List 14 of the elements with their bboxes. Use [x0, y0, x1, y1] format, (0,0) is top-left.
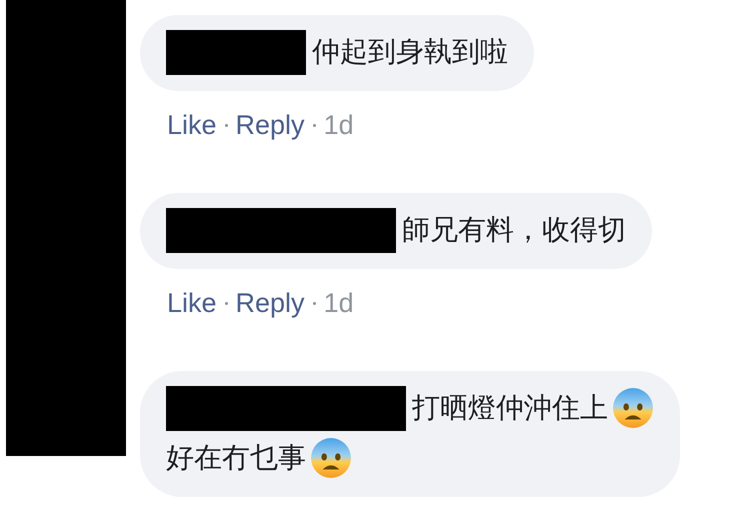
- separator-dot: [224, 302, 228, 304]
- comment-action-link[interactable]: Like: [167, 288, 217, 318]
- comment-action-link[interactable]: Reply: [236, 110, 305, 140]
- comment-text: 師兄有料，收得切: [402, 213, 626, 247]
- comment-text: 好在冇乜事: [166, 441, 306, 475]
- comment-text: 仲起到身執到啦: [312, 35, 508, 69]
- comment-action-link[interactable]: Reply: [236, 288, 305, 318]
- separator-dot: [224, 124, 228, 126]
- separator-dot: [312, 302, 316, 304]
- comment-text: 打晒燈仲沖住上: [412, 391, 608, 425]
- separator-dot: [312, 124, 316, 126]
- timestamp: 1d: [324, 288, 354, 318]
- timestamp: 1d: [324, 110, 354, 140]
- comment-action-link[interactable]: Like: [167, 110, 217, 140]
